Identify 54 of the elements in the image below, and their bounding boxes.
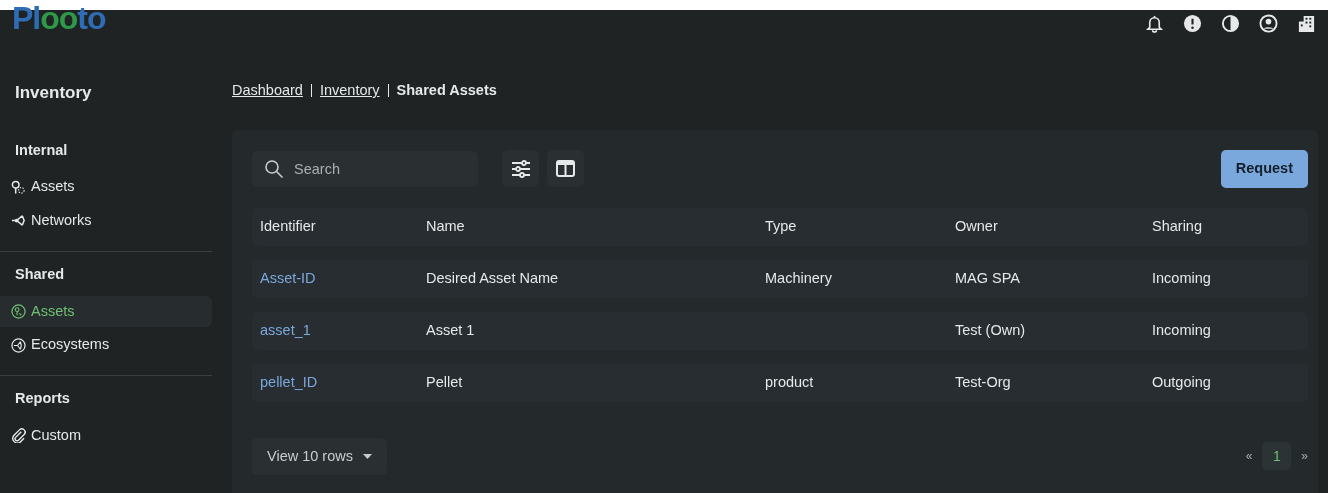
- next-page-link[interactable]: »: [1301, 447, 1308, 466]
- column-header: Name: [426, 216, 466, 236]
- table-cell-text: Machinery: [765, 268, 833, 288]
- table-cell-text: MAG SPA: [955, 268, 1021, 288]
- sidebar-item[interactable]: Ecosystems: [0, 329, 212, 361]
- breadcrumb-current: Shared Assets: [396, 81, 497, 100]
- paperclip-icon: [11, 428, 26, 444]
- table-cell-text: Test-Org: [955, 372, 1012, 392]
- sidebar-title: Inventory: [14, 82, 93, 104]
- columns-button[interactable]: [547, 150, 584, 188]
- bell-icon[interactable]: [1145, 14, 1164, 33]
- caret-icon: [362, 453, 372, 459]
- search-field[interactable]: Search: [252, 150, 478, 187]
- section-heading: Reports: [14, 389, 71, 408]
- section-heading: Internal: [14, 140, 69, 160]
- identifier-link[interactable]: asset_1: [260, 319, 426, 342]
- assets-icon: [11, 303, 26, 319]
- contrast-icon[interactable]: [1221, 14, 1240, 33]
- column-header: Owner: [955, 216, 999, 236]
- columns-icon: [556, 160, 575, 178]
- assets-icon: [11, 179, 26, 195]
- section-heading: Shared: [14, 264, 66, 284]
- identifier-link[interactable]: pellet_ID: [260, 371, 426, 394]
- building-icon[interactable]: [1297, 14, 1316, 33]
- table-cell-text: Incoming: [1152, 320, 1212, 340]
- column-header: Type: [765, 216, 798, 236]
- column-header: Identifier: [260, 216, 317, 236]
- breadcrumb-link[interactable]: Inventory: [319, 80, 380, 102]
- table-cell-text: Outgoing: [1152, 372, 1212, 392]
- table-cell-text: Incoming: [1152, 268, 1212, 288]
- sidebar-item[interactable]: Networks: [0, 205, 212, 237]
- table-cell-text: Test (Own): [955, 320, 1027, 340]
- column-header: Sharing: [1152, 216, 1203, 236]
- sidebar-item[interactable]: Assets: [0, 171, 212, 203]
- logo: Plooto: [12, 6, 106, 30]
- sidebar-item[interactable]: Custom: [0, 419, 212, 452]
- table-cell-text: product: [765, 372, 815, 392]
- filter-button[interactable]: [502, 150, 539, 188]
- sliders-icon: [510, 159, 531, 178]
- breadcrumb-link[interactable]: Dashboard: [232, 80, 303, 102]
- page-button[interactable]: 1: [1262, 442, 1292, 471]
- table-cell-text: Asset 1: [426, 320, 476, 340]
- identifier-link[interactable]: Asset-ID: [260, 267, 426, 290]
- network-icon: [11, 213, 26, 229]
- rows-per-page-dropdown[interactable]: View 10 rows: [252, 437, 387, 476]
- alert-icon[interactable]: [1183, 14, 1202, 33]
- sidebar-item[interactable]: Assets: [0, 295, 212, 328]
- table-cell-text: Desired Asset Name: [426, 268, 560, 288]
- previous-page-link[interactable]: «: [1245, 447, 1253, 466]
- request-button[interactable]: Request: [1220, 149, 1308, 188]
- user-icon[interactable]: [1259, 14, 1278, 33]
- table-cell-text: Pellet: [426, 372, 464, 392]
- ecosystem-icon: [11, 337, 26, 353]
- search-icon: [264, 158, 284, 179]
